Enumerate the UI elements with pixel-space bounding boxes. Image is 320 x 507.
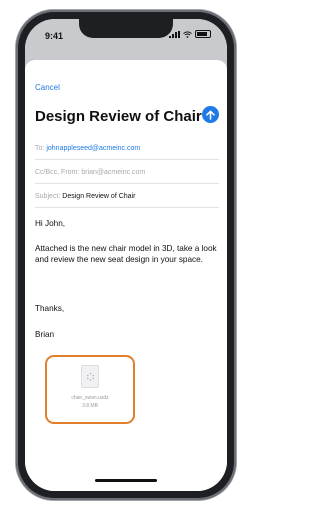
phone-frame: 9:41 Cancel Design Review of Chair To: j…	[16, 10, 236, 500]
attachment-filename: chair_swan.usdz	[71, 395, 109, 401]
wifi-icon	[183, 30, 192, 38]
to-label: To:	[35, 144, 45, 152]
body-greeting[interactable]: Hi John,	[35, 218, 217, 229]
arrow-up-icon	[206, 110, 215, 120]
subject-label: Subject:	[35, 192, 61, 200]
send-button[interactable]	[202, 106, 219, 123]
cc-from-label: Cc/Bcc, From:	[35, 168, 80, 176]
to-field[interactable]: To: johnappleseed@acmeinc.com	[35, 137, 219, 160]
3d-object-icon	[86, 372, 94, 381]
attachment-size: 3.8 MB	[82, 403, 98, 409]
notch	[79, 19, 173, 38]
battery-icon	[195, 30, 211, 38]
attachment-card[interactable]: chair_swan.usdz 3.8 MB	[45, 355, 135, 424]
body-closing[interactable]: Thanks,	[35, 303, 217, 314]
from-address: brian@acmeinc.com	[81, 168, 146, 176]
subject-value[interactable]: Design Review of Chair	[62, 193, 135, 200]
screen: 9:41 Cancel Design Review of Chair To: j…	[25, 19, 227, 491]
signal-icon	[169, 30, 180, 38]
compose-title: Design Review of Chair	[35, 108, 202, 125]
body-message[interactable]: Attached is the new chair model in 3D, t…	[35, 243, 217, 265]
subject-field[interactable]: Subject: Design Review of Chair	[35, 185, 219, 208]
usdz-file-icon	[81, 365, 99, 388]
to-recipient[interactable]: johnappleseed@acmeinc.com	[46, 145, 140, 152]
status-time: 9:41	[45, 31, 64, 41]
home-indicator[interactable]	[95, 479, 157, 482]
cc-from-field[interactable]: Cc/Bcc, From: brian@acmeinc.com	[35, 161, 219, 184]
body-signature[interactable]: Brian	[35, 329, 217, 340]
status-icons	[169, 30, 211, 38]
cancel-button[interactable]: Cancel	[35, 83, 60, 92]
compose-sheet: Cancel Design Review of Chair To: johnap…	[25, 60, 227, 491]
